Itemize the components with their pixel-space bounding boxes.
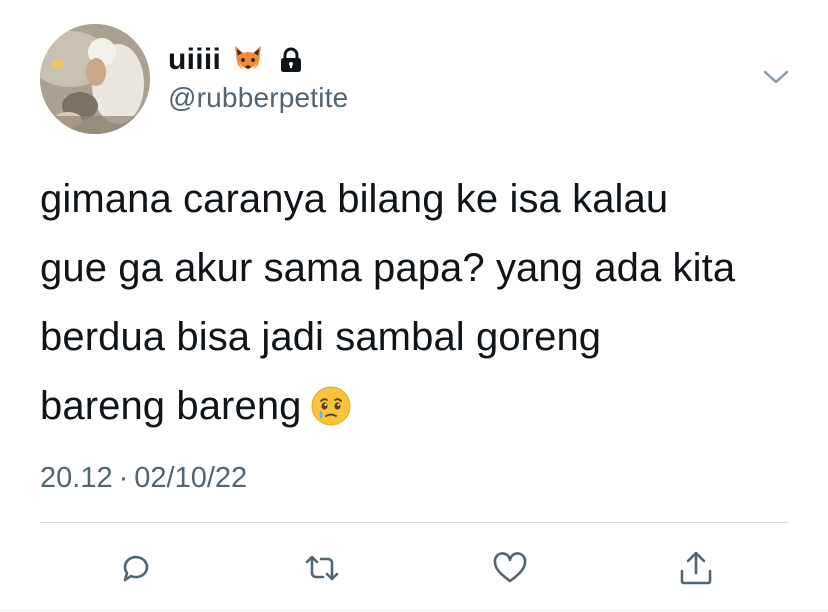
fox-icon <box>231 43 265 77</box>
tweet-timestamp[interactable]: 20.12 · 02/10/22 <box>40 462 247 495</box>
like-button[interactable] <box>490 548 530 588</box>
like-icon <box>493 552 527 583</box>
avatar-photo <box>40 24 150 134</box>
face-holding-back-tears-icon <box>310 380 352 426</box>
tweet-line: berdua bisa jadi sambal goreng <box>40 315 602 359</box>
tweet-line-last: bareng bareng <box>40 372 810 441</box>
display-name[interactable]: uiiii <box>168 43 221 77</box>
tweet-date: 02/10/22 <box>134 462 248 494</box>
bottom-divider <box>0 610 828 611</box>
tweet-card: uiiii @rubberpetite gimana caranya bilan… <box>0 0 828 612</box>
tweet-line: gimana caranya bilang ke isa kalau <box>40 177 669 221</box>
retweet-icon <box>305 555 339 581</box>
user-name-row: uiiii <box>168 40 305 80</box>
reply-button[interactable] <box>116 548 156 588</box>
chevron-down-icon[interactable] <box>762 66 790 88</box>
tweet-line: bareng bareng <box>40 384 302 428</box>
tweet-line: gue ga akur sama papa? yang ada kita <box>40 246 736 290</box>
tweet-time: 20.12 <box>40 462 113 494</box>
retweet-button[interactable] <box>302 548 342 588</box>
share-icon <box>680 551 712 585</box>
divider <box>40 522 788 523</box>
tweet-text: gimana caranya bilang ke isa kalau gue g… <box>40 165 810 441</box>
share-button[interactable] <box>676 548 716 588</box>
lock-icon <box>277 46 305 74</box>
timestamp-separator: · <box>118 462 129 494</box>
user-handle[interactable]: @rubberpetite <box>168 82 348 114</box>
avatar[interactable] <box>40 24 150 134</box>
reply-icon <box>123 555 149 582</box>
